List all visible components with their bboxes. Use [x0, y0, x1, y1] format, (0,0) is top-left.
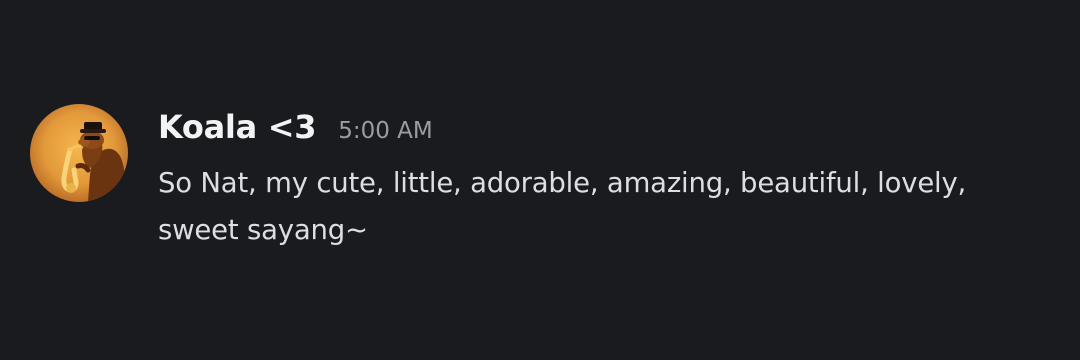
avatar[interactable] [30, 104, 128, 202]
username[interactable]: Koala <3 [158, 108, 317, 146]
chat-screen: Koala <3 5:00 AM So Nat, my cute, little… [0, 0, 1080, 360]
message-header: Koala <3 5:00 AM [158, 108, 433, 156]
saxophone-camel-avatar-icon [30, 104, 128, 202]
timestamp: 5:00 AM [338, 118, 433, 144]
message-text: So Nat, my cute, little, adorable, amazi… [158, 167, 967, 246]
chat-message: Koala <3 5:00 AM So Nat, my cute, little… [0, 0, 1080, 360]
